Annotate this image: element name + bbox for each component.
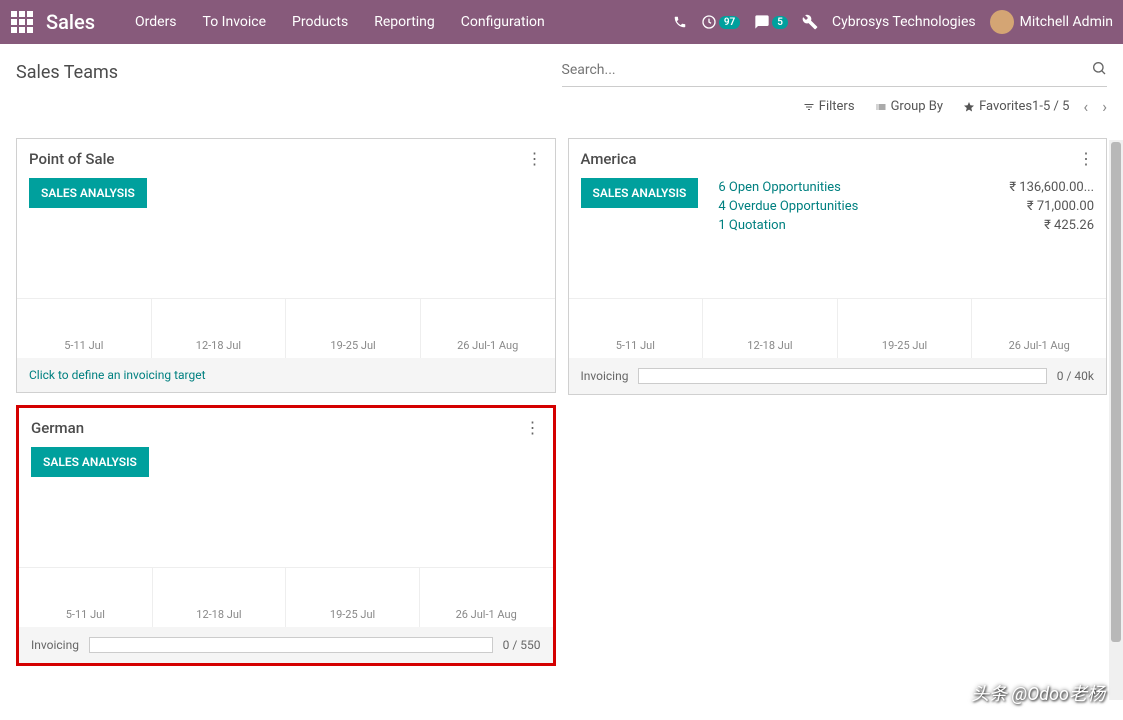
activity-icon[interactable]: 97 bbox=[701, 14, 740, 30]
app-brand: Sales bbox=[46, 10, 95, 34]
stat-value: ₹ 71,000.00 bbox=[1027, 199, 1094, 214]
invoicing-footer: Invoicing 0 / 550 bbox=[19, 627, 553, 663]
progress-bar[interactable] bbox=[638, 368, 1046, 384]
stats-list: 6 Open Opportunities₹ 136,600.00... 4 Ov… bbox=[718, 178, 1094, 290]
card-title[interactable]: German bbox=[31, 419, 525, 437]
progress-bar[interactable] bbox=[89, 637, 493, 653]
bar-chart: 5-11 Jul 12-18 Jul 19-25 Jul 26 Jul-1 Au… bbox=[569, 298, 1107, 358]
invoicing-label: Invoicing bbox=[581, 369, 629, 383]
stat-overdue-opportunities[interactable]: 4 Overdue Opportunities bbox=[718, 199, 1027, 214]
page-title: Sales Teams bbox=[16, 54, 562, 87]
favorites-button[interactable]: Favorites bbox=[963, 99, 1032, 114]
chart-cell: 5-11 Jul bbox=[17, 299, 151, 358]
stat-quotation[interactable]: 1 Quotation bbox=[718, 218, 1044, 233]
invoicing-text: 0 / 40k bbox=[1057, 369, 1094, 383]
sales-analysis-button[interactable]: SALES ANALYSIS bbox=[581, 178, 699, 208]
stat-value: ₹ 136,600.00... bbox=[1009, 180, 1094, 195]
kebab-icon[interactable]: ⋮ bbox=[527, 149, 543, 168]
invoicing-text: 0 / 550 bbox=[503, 638, 541, 652]
chart-cell: 26 Jul-1 Aug bbox=[971, 299, 1106, 358]
pager-prev[interactable]: ‹ bbox=[1083, 97, 1088, 116]
chart-cell: 12-18 Jul bbox=[151, 299, 286, 358]
avatar bbox=[990, 10, 1014, 34]
filter-controls: Filters Group By Favorites bbox=[803, 99, 1032, 114]
topbar-right: 97 5 Cybrosys Technologies Mitchell Admi… bbox=[673, 10, 1113, 34]
pager-text: 1-5 / 5 bbox=[1032, 99, 1069, 114]
filters-button[interactable]: Filters bbox=[803, 99, 855, 114]
nav-products[interactable]: Products bbox=[282, 8, 358, 36]
team-card-pos: Point of Sale ⋮ SALES ANALYSIS 5-11 Jul … bbox=[16, 138, 556, 393]
sales-analysis-button[interactable]: SALES ANALYSIS bbox=[31, 447, 149, 477]
chart-cell: 19-25 Jul bbox=[837, 299, 972, 358]
chart-cell: 5-11 Jul bbox=[569, 299, 703, 358]
chart-cell: 5-11 Jul bbox=[19, 568, 152, 627]
team-card-german: German ⋮ SALES ANALYSIS 5-11 Jul 12-18 J… bbox=[16, 405, 556, 666]
control-bar: Sales Teams bbox=[0, 44, 1123, 87]
chart-cell: 26 Jul-1 Aug bbox=[419, 568, 553, 627]
nav-reporting[interactable]: Reporting bbox=[364, 8, 445, 36]
filter-bar: Filters Group By Favorites 1-5 / 5 ‹ › bbox=[0, 87, 1123, 126]
stat-open-opportunities[interactable]: 6 Open Opportunities bbox=[718, 180, 1009, 195]
user-menu[interactable]: Mitchell Admin bbox=[990, 10, 1113, 34]
pager: 1-5 / 5 ‹ › bbox=[1032, 97, 1107, 116]
topbar: Sales Orders To Invoice Products Reporti… bbox=[0, 0, 1123, 44]
nav-orders[interactable]: Orders bbox=[125, 8, 187, 36]
kanban-content: Point of Sale ⋮ SALES ANALYSIS 5-11 Jul … bbox=[0, 126, 1123, 686]
card-title[interactable]: America bbox=[581, 150, 1079, 168]
invoicing-target-link[interactable]: Click to define an invoicing target bbox=[17, 358, 555, 392]
activity-badge: 97 bbox=[719, 16, 740, 29]
company-selector[interactable]: Cybrosys Technologies bbox=[832, 14, 976, 30]
sales-analysis-button[interactable]: SALES ANALYSIS bbox=[29, 178, 147, 208]
nav-links: Orders To Invoice Products Reporting Con… bbox=[125, 8, 555, 36]
user-name: Mitchell Admin bbox=[1020, 14, 1113, 30]
chart-cell: 12-18 Jul bbox=[152, 568, 286, 627]
scrollbar-thumb[interactable] bbox=[1111, 142, 1121, 642]
watermark: 头条 @Odoo老杨 bbox=[971, 680, 1105, 706]
team-card-america: America ⋮ SALES ANALYSIS 6 Open Opportun… bbox=[568, 138, 1108, 395]
groupby-button[interactable]: Group By bbox=[875, 99, 944, 114]
discuss-icon[interactable]: 5 bbox=[754, 14, 788, 30]
stat-value: ₹ 425.26 bbox=[1044, 218, 1094, 233]
debug-icon[interactable] bbox=[802, 14, 818, 30]
chart-cell: 19-25 Jul bbox=[285, 568, 419, 627]
scrollbar[interactable] bbox=[1109, 140, 1123, 700]
search-icon[interactable] bbox=[1091, 60, 1107, 80]
nav-configuration[interactable]: Configuration bbox=[451, 8, 555, 36]
bar-chart: 5-11 Jul 12-18 Jul 19-25 Jul 26 Jul-1 Au… bbox=[19, 567, 553, 627]
phone-icon[interactable] bbox=[673, 15, 687, 29]
chart-cell: 19-25 Jul bbox=[285, 299, 420, 358]
search-box bbox=[562, 54, 1108, 87]
chart-cell: 12-18 Jul bbox=[702, 299, 837, 358]
apps-icon[interactable] bbox=[10, 10, 34, 34]
invoicing-label: Invoicing bbox=[31, 638, 79, 652]
kebab-icon[interactable]: ⋮ bbox=[1078, 149, 1094, 168]
discuss-badge: 5 bbox=[772, 16, 788, 29]
invoicing-footer: Invoicing 0 / 40k bbox=[569, 358, 1107, 394]
bar-chart: 5-11 Jul 12-18 Jul 19-25 Jul 26 Jul-1 Au… bbox=[17, 298, 555, 358]
search-input[interactable] bbox=[562, 60, 1092, 80]
chart-cell: 26 Jul-1 Aug bbox=[420, 299, 555, 358]
card-title[interactable]: Point of Sale bbox=[29, 150, 527, 168]
pager-next[interactable]: › bbox=[1102, 97, 1107, 116]
nav-to-invoice[interactable]: To Invoice bbox=[193, 8, 277, 36]
kebab-icon[interactable]: ⋮ bbox=[525, 418, 541, 437]
